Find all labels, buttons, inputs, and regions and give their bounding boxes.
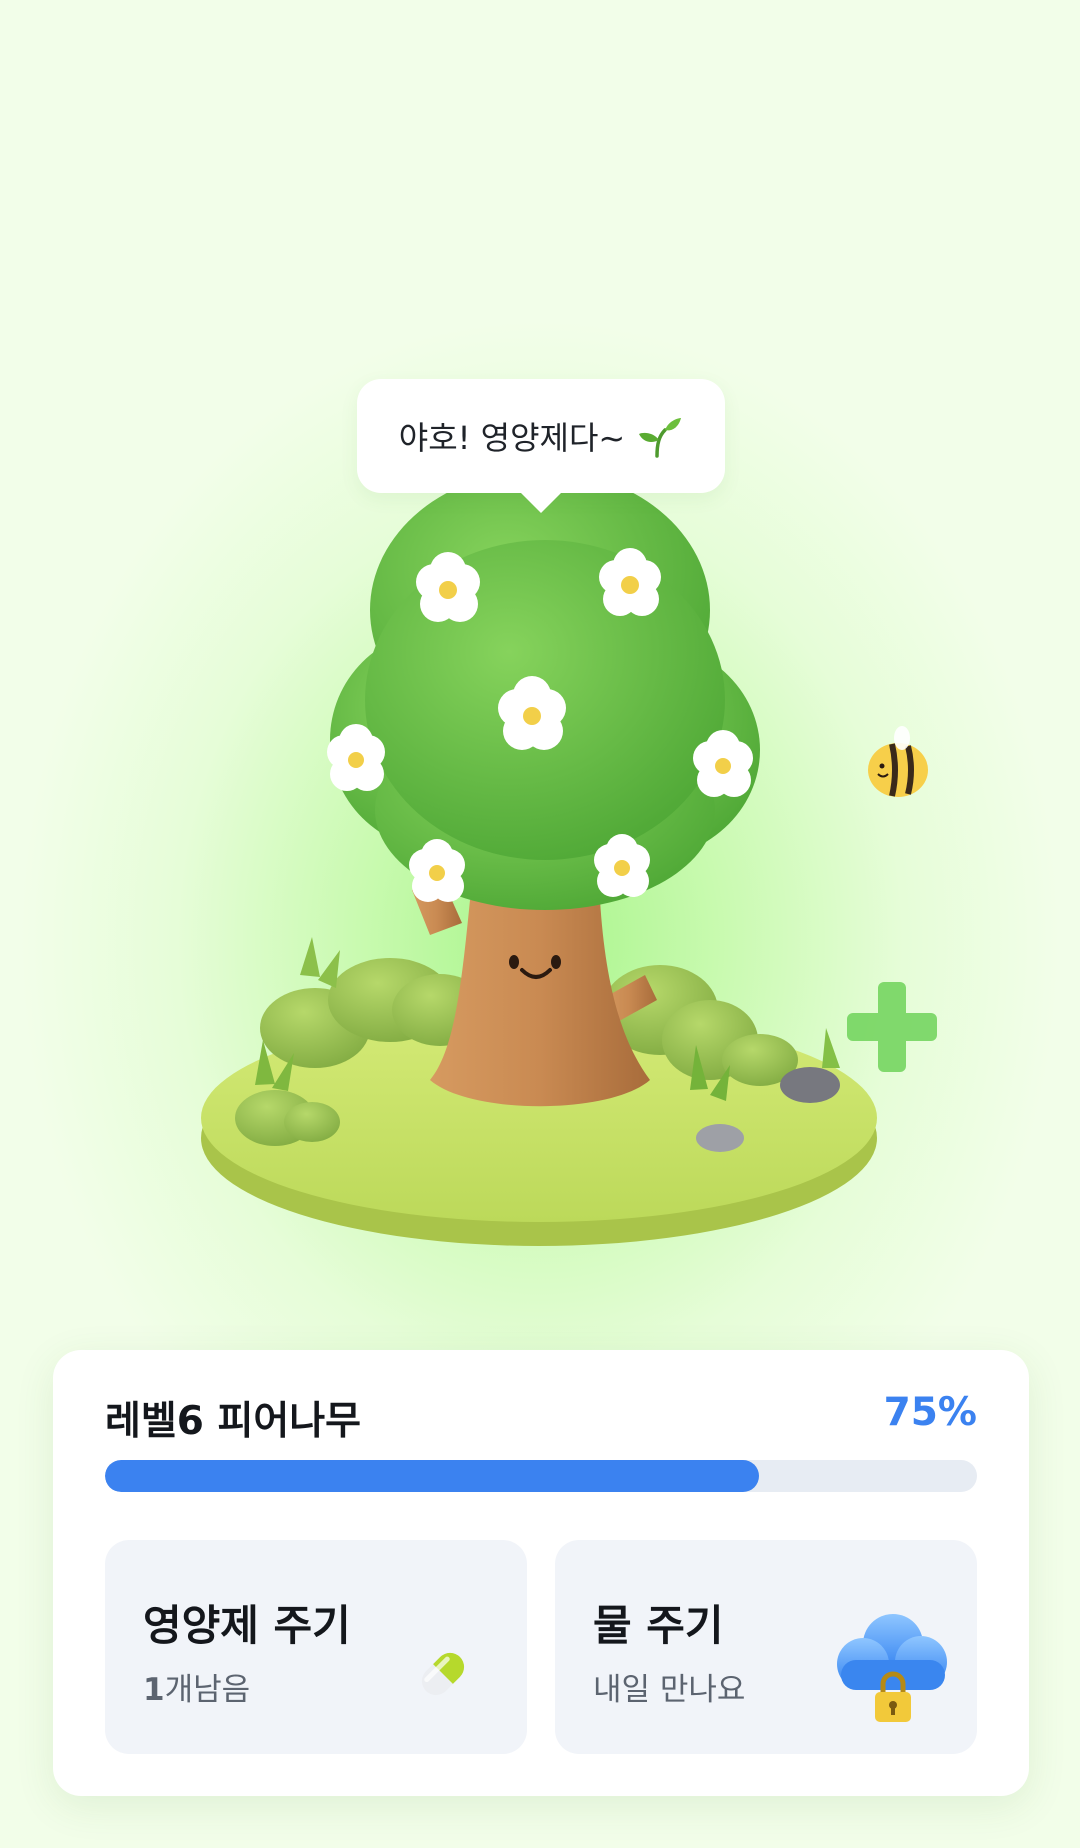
speech-bubble: 야호! 영양제다~ [357,379,725,513]
bee-icon [868,726,928,797]
give-nutrient-title: 영양제 주기 [143,1601,351,1650]
plus-icon [847,982,937,1072]
pill-icon [421,1652,465,1696]
nutrient-remaining: 1개남음 [143,1672,251,1708]
speech-bubble-text: 야호! 영양제다~ [398,419,626,457]
sprout-icon [639,418,682,458]
level-title: 레벨6 피어나무 [105,1399,361,1444]
scene: 야호! 영양제다~ 레벨6 피어나무 75% 영양제 주기 1개남음 물 주기 … [0,0,1080,1848]
progress-percent: 75% [883,1390,977,1435]
locked-cloud-icon [837,1614,947,1722]
growth-card: 레벨6 피어나무 75% 영양제 주기 1개남음 물 주기 내일 만나요 [53,1350,1029,1796]
progress-bar [105,1460,977,1492]
water-availability: 내일 만나요 [593,1672,746,1708]
give-water-button[interactable]: 물 주기 내일 만나요 [555,1540,977,1754]
give-water-title: 물 주기 [593,1601,724,1650]
give-nutrient-button[interactable]: 영양제 주기 1개남음 [105,1540,527,1754]
progress-fill [105,1460,759,1492]
